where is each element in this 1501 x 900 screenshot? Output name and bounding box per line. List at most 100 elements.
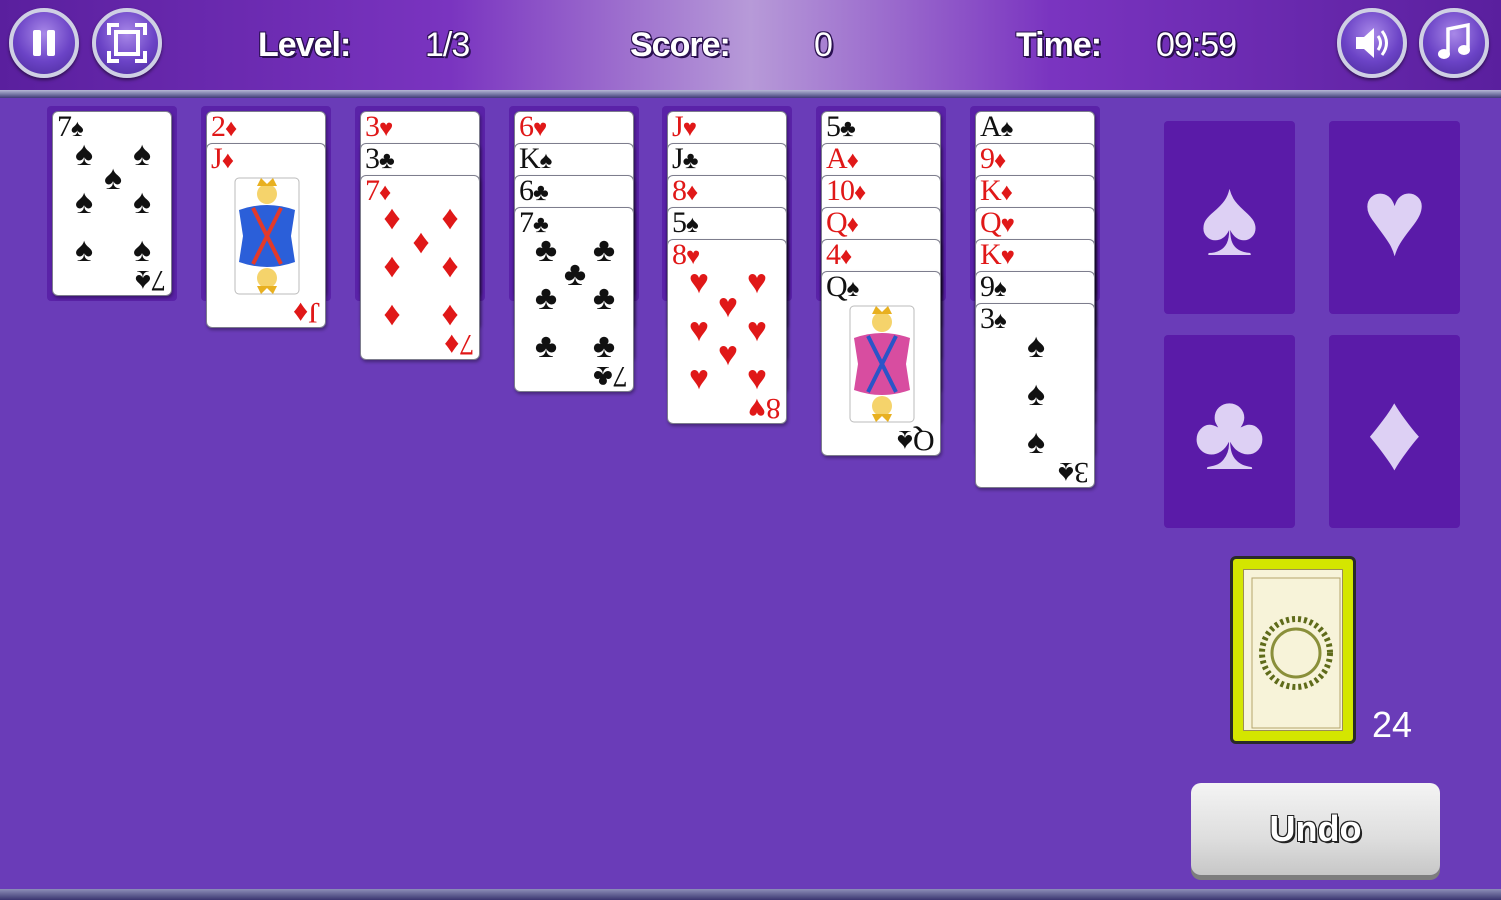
foundation-heart[interactable]: ♥ <box>1329 121 1460 314</box>
pip-icon: ♦ <box>383 248 401 285</box>
level-label: Level: <box>258 26 351 64</box>
card-suit: ♠ <box>994 276 1007 302</box>
card-index: Q♦ <box>826 207 859 239</box>
club-icon: ♣ <box>1193 370 1266 493</box>
card-index: 8♦ <box>672 175 698 207</box>
card-suit: ♦ <box>225 116 237 142</box>
card-pips: ♦ ♦ ♦ ♦ ♦ ♦ ♦ <box>375 202 467 332</box>
sound-button[interactable] <box>1337 8 1407 78</box>
card-index: 6♥ <box>519 111 547 143</box>
pip-icon: ♣ <box>534 280 558 317</box>
card-index: K♦ <box>980 175 1013 207</box>
time-label: Time: <box>1016 26 1102 64</box>
playing-card[interactable]: J♦ J♦ <box>206 143 326 328</box>
card-back-ornament-icon <box>1251 577 1341 729</box>
pip-icon: ♦ <box>441 296 459 333</box>
card-index: K♠ <box>519 143 553 175</box>
card-suit: ♦ <box>846 212 859 238</box>
pip-icon: ♠ <box>132 136 152 173</box>
pip-icon: ♣ <box>534 328 558 365</box>
top-bar <box>0 0 1501 90</box>
card-index: 3♥ <box>365 111 393 143</box>
pip-icon: ♦ <box>383 296 401 333</box>
speaker-icon <box>1356 28 1388 58</box>
stock-pile[interactable] <box>1230 556 1356 744</box>
card-suit: ♥ <box>533 116 547 142</box>
pip-icon: ♠ <box>74 232 94 269</box>
score-label: Score: <box>630 26 731 64</box>
pip-icon: ♠ <box>1026 328 1046 365</box>
fullscreen-button[interactable] <box>92 8 162 78</box>
pip-icon: ♥ <box>746 312 768 349</box>
pip-icon: ♠ <box>1026 424 1046 461</box>
card-index: J♣ <box>672 143 699 175</box>
playing-card[interactable]: 8♥ 8♥ ♥ ♥ ♥ ♥ ♥ ♥ ♥ ♥ <box>667 239 787 424</box>
card-suit: ♥ <box>1000 244 1015 270</box>
court-figure-icon <box>849 305 915 423</box>
card-index: 3♣ <box>365 143 395 175</box>
card-suit: ♦ <box>846 148 859 174</box>
card-suit: ♦ <box>221 148 234 174</box>
card-index: 9♦ <box>980 143 1006 175</box>
pip-icon: ♦ <box>441 200 459 237</box>
card-suit: ♦ <box>686 180 698 206</box>
pip-icon: ♥ <box>688 360 710 397</box>
stock-count: 24 <box>1372 704 1413 745</box>
card-pips: ♥ ♥ ♥ ♥ ♥ ♥ ♥ ♥ <box>682 266 774 396</box>
card-index: 6♣ <box>519 175 549 207</box>
card-index: Q♠ <box>826 271 860 303</box>
card-pips: ♣ ♣ ♣ ♣ ♣ ♣ ♣ <box>529 234 621 364</box>
spade-icon: ♠ <box>1200 156 1259 279</box>
undo-button[interactable]: Undo <box>1191 783 1440 875</box>
card-index-bottom: J♦ <box>293 296 320 328</box>
music-button[interactable] <box>1419 8 1489 78</box>
playing-card[interactable]: 7♠ 7♠ ♠ ♠ ♠ ♠ ♠ ♠ ♠ <box>52 111 172 296</box>
pip-icon: ♠ <box>132 232 152 269</box>
pip-icon: ♦ <box>441 248 459 285</box>
pip-icon: ♣ <box>592 280 616 317</box>
court-figure-icon <box>234 177 300 295</box>
playing-card[interactable]: 3♠ 3♠ ♠ ♠ ♠ <box>975 303 1095 488</box>
card-suit: ♥ <box>682 116 697 142</box>
card-suit: ♣ <box>379 148 395 174</box>
card-suit: ♠ <box>1000 116 1014 142</box>
card-suit: ♦ <box>854 180 866 206</box>
foundation-spade[interactable]: ♠ <box>1164 121 1295 314</box>
fullscreen-icon <box>107 23 147 63</box>
pause-icon <box>33 30 55 56</box>
pause-button[interactable] <box>9 8 79 78</box>
card-index: 5♠ <box>672 207 699 239</box>
card-index: 2♦ <box>211 111 237 143</box>
card-index: A♠ <box>980 111 1014 143</box>
foundation-diamond[interactable]: ♦ <box>1329 335 1460 528</box>
playing-card[interactable]: Q♠ Q♠ <box>821 271 941 456</box>
card-suit: ♦ <box>994 148 1006 174</box>
card-index-bottom: 3♠ <box>1058 456 1089 488</box>
level-value: 1/3 <box>425 26 470 64</box>
card-index: J♥ <box>672 111 697 143</box>
card-suit: ♥ <box>379 116 393 142</box>
pip-icon: ♥ <box>746 360 768 397</box>
playing-card[interactable]: 7♣ 7♣ ♣ ♣ ♣ ♣ ♣ ♣ ♣ <box>514 207 634 392</box>
card-suit: ♦ <box>840 244 852 270</box>
card-suit: ♠ <box>686 212 699 238</box>
bottom-bar <box>0 889 1501 900</box>
top-bar-divider <box>0 90 1501 98</box>
card-index: 4♦ <box>826 239 852 271</box>
card-suit: ♠ <box>846 276 860 302</box>
card-back <box>1243 569 1343 731</box>
pip-icon: ♠ <box>74 184 94 221</box>
pip-icon: ♥ <box>746 264 768 301</box>
card-index: A♦ <box>826 143 859 175</box>
score-value: 0 <box>814 26 833 64</box>
card-suit: ♦ <box>1000 180 1013 206</box>
card-suit: ♠ <box>539 148 553 174</box>
card-suit: ♣ <box>682 148 699 174</box>
playing-card[interactable]: 7♦ 7♦ ♦ ♦ ♦ ♦ ♦ ♦ ♦ <box>360 175 480 360</box>
card-index-bottom: Q♠ <box>897 424 935 456</box>
heart-icon: ♥ <box>1361 156 1428 279</box>
card-index: Q♥ <box>980 207 1015 239</box>
music-note-icon <box>1438 23 1470 59</box>
foundation-club[interactable]: ♣ <box>1164 335 1295 528</box>
card-pips: ♠ ♠ ♠ ♠ ♠ ♠ ♠ <box>67 138 159 268</box>
